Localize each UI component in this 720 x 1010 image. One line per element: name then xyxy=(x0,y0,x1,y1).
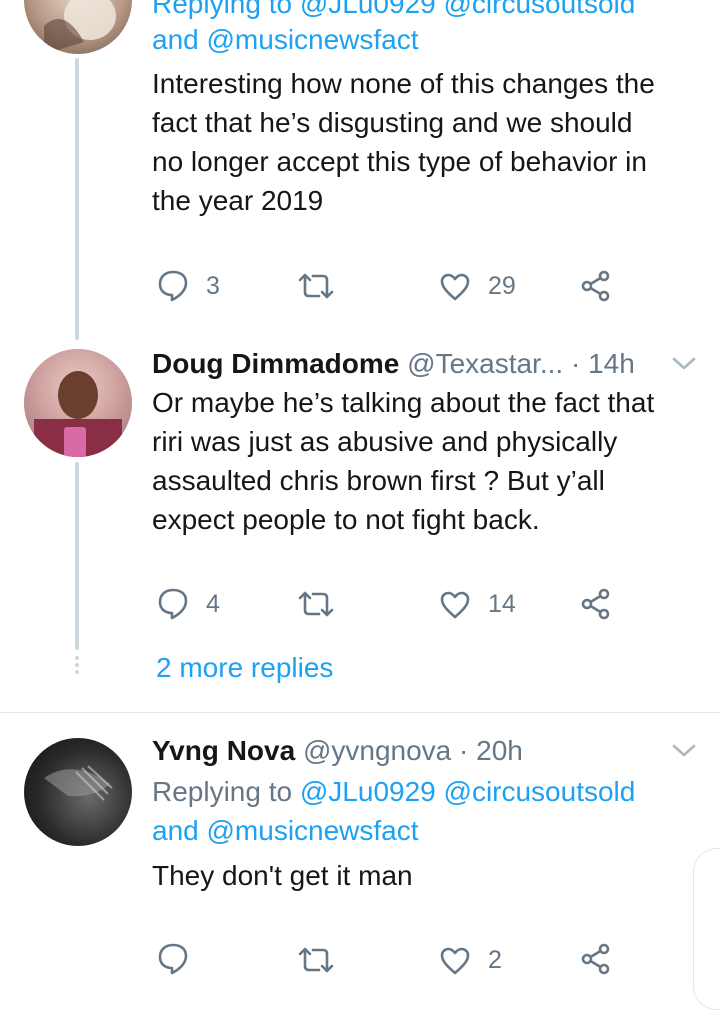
tweet-text-line: Interesting how none of this changes the xyxy=(152,68,655,99)
reply-icon xyxy=(158,588,188,620)
reply-button[interactable]: 3 xyxy=(158,270,220,302)
retweet-icon xyxy=(298,591,334,617)
retweet-icon xyxy=(298,947,334,973)
mention-link[interactable]: @JLu0929 xyxy=(300,776,436,807)
tweet-text-line: riri was just as abusive and physically xyxy=(152,426,618,457)
display-name[interactable]: Doug Dimmadome xyxy=(152,348,399,379)
like-button[interactable]: 14 xyxy=(440,590,516,619)
share-button[interactable] xyxy=(580,270,612,302)
timestamp[interactable]: · 20h xyxy=(459,735,523,766)
tweet-text-line: expect people to not fight back. xyxy=(152,504,540,535)
tweet-text: They don't get it man xyxy=(152,860,413,891)
heart-icon xyxy=(440,591,470,618)
share-icon xyxy=(581,588,610,620)
timestamp[interactable]: · 14h xyxy=(571,348,635,379)
like-button[interactable]: 2 xyxy=(440,946,502,975)
reply-count: 3 xyxy=(206,271,220,300)
tweet-text-line: no longer accept this type of behavior i… xyxy=(152,146,647,177)
share-button[interactable] xyxy=(580,943,612,975)
tweet-text-line: Or maybe he’s talking about the fact tha… xyxy=(152,387,655,418)
heart-icon xyxy=(440,947,470,974)
reply-count: 4 xyxy=(206,589,220,618)
share-button[interactable] xyxy=(580,588,612,620)
retweet-button[interactable] xyxy=(297,590,353,618)
chevron-down-icon[interactable] xyxy=(671,743,697,759)
compose-card-edge xyxy=(693,848,720,1010)
thread-line xyxy=(75,58,79,340)
like-count: 29 xyxy=(488,272,516,300)
tweet-header: Doug Dimmadome @Texastar... · 14h xyxy=(152,344,635,383)
thread-ellipsis xyxy=(75,656,79,677)
display-name[interactable]: Yvng Nova xyxy=(152,735,295,766)
reply-icon xyxy=(158,943,188,975)
reply-button[interactable] xyxy=(158,943,206,975)
like-count: 14 xyxy=(488,590,516,618)
tweet-text-line: assaulted chris brown first ? But y’all xyxy=(152,465,605,496)
share-icon xyxy=(581,270,610,302)
avatar[interactable] xyxy=(24,349,132,457)
like-count: 2 xyxy=(488,946,502,974)
reply-button[interactable]: 4 xyxy=(158,588,220,620)
chevron-down-icon[interactable] xyxy=(671,356,697,372)
reply-prefix: Replying to xyxy=(152,776,300,807)
reply-context-continued[interactable]: and @musicnewsfact xyxy=(152,20,419,59)
tweet-text-line: fact that he’s disgusting and we should xyxy=(152,107,633,138)
heart-icon xyxy=(440,273,470,300)
more-replies-link[interactable]: 2 more replies xyxy=(156,648,333,687)
share-icon xyxy=(581,943,610,975)
user-handle[interactable]: @yvngnova xyxy=(303,735,451,766)
retweet-button[interactable] xyxy=(297,946,353,974)
mention-link[interactable]: @circusoutsold xyxy=(444,776,636,807)
like-button[interactable]: 29 xyxy=(440,272,516,301)
retweet-icon xyxy=(298,273,334,299)
reply-icon xyxy=(158,270,188,302)
tweet-text-line: the year 2019 xyxy=(152,185,324,216)
retweet-button[interactable] xyxy=(297,272,353,300)
reply-context: Replying to @JLu0929 @circusoutsold xyxy=(152,772,635,811)
reply-context-continued[interactable]: and @musicnewsfact xyxy=(152,811,419,850)
user-handle[interactable]: @Texastar... xyxy=(407,348,563,379)
avatar[interactable] xyxy=(24,0,132,54)
thread-line xyxy=(75,462,79,650)
divider xyxy=(0,712,720,713)
avatar[interactable] xyxy=(24,738,132,846)
tweet-header: Yvng Nova @yvngnova · 20h xyxy=(152,731,523,770)
